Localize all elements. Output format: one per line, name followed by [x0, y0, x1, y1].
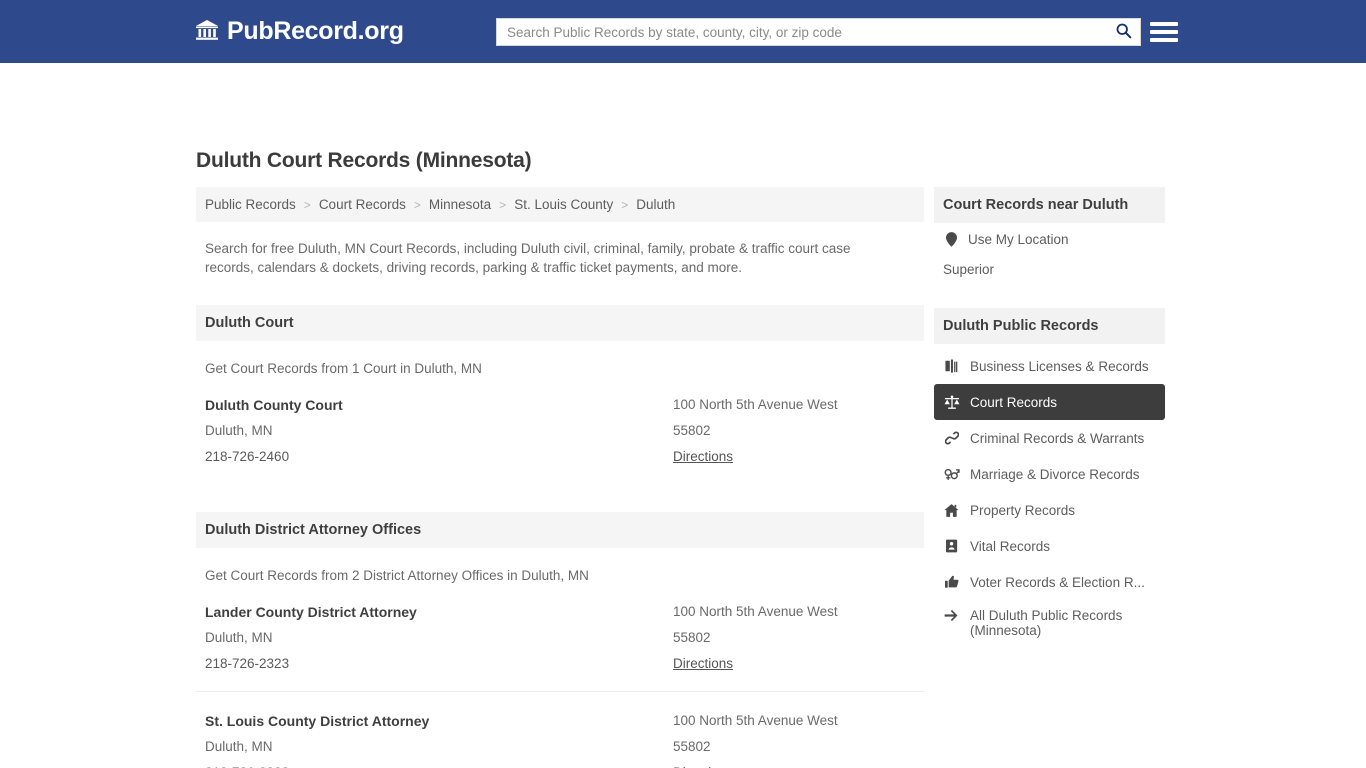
sidebar-item-label: Vital Records — [970, 538, 1051, 554]
sidebar-item-property-records[interactable]: Property Records — [934, 492, 1165, 528]
breadcrumb-item-st-louis-county[interactable]: St. Louis County — [514, 197, 613, 212]
breadcrumb-separator: > — [499, 197, 507, 212]
listing-right-column: 100 North 5th Avenue West 55802 Directio… — [673, 708, 915, 768]
breadcrumb-separator: > — [413, 197, 421, 212]
breadcrumb-item-minnesota[interactable]: Minnesota — [429, 197, 491, 212]
sidebar-item-label: Marriage & Divorce Records — [970, 466, 1140, 482]
breadcrumb-separator: > — [621, 197, 629, 212]
breadcrumb-item-duluth: Duluth — [636, 197, 676, 212]
listing-phone: 218-726-2460 — [205, 449, 290, 464]
sidebar-item-vital-records[interactable]: Vital Records — [934, 528, 1165, 564]
sidebar-item-label: Property Records — [970, 502, 1076, 518]
listing-right-column: 100 North 5th Avenue West 55802 Directio… — [673, 599, 915, 677]
table-row[interactable]: Lander County District Attorney Duluth, … — [196, 583, 924, 691]
directions-link[interactable]: Directions — [673, 449, 733, 464]
arrow-right-icon — [943, 608, 960, 622]
use-my-location-label: Use My Location — [968, 232, 1069, 247]
id-card-icon — [943, 539, 960, 553]
site-logo-link[interactable]: PubRecord.org — [195, 18, 404, 44]
hamburger-bar — [1150, 38, 1178, 42]
listing-name: St. Louis County District Attorney — [205, 713, 430, 729]
breadcrumb: Public Records > Court Records > Minneso… — [196, 187, 924, 222]
nearby-city-label: Superior — [943, 262, 995, 277]
sidebar-item-label: Voter Records & Election R... — [970, 574, 1145, 590]
site-brand-name: PubRecord.org — [227, 17, 404, 45]
hamburger-bar — [1150, 22, 1178, 26]
listing-city-state: Duluth, MN — [205, 630, 273, 645]
listing-name: Lander County District Attorney — [205, 604, 417, 620]
section-district-attorney-offices: Duluth District Attorney Offices Get Cou… — [196, 512, 924, 768]
sidebar-item-label: Criminal Records & Warrants — [970, 430, 1145, 446]
search-icon — [1115, 22, 1132, 42]
section-heading: Duluth District Attorney Offices — [196, 512, 924, 548]
use-my-location-link[interactable]: Use My Location — [934, 223, 1165, 256]
fingerprint-icon — [943, 431, 960, 445]
home-icon — [943, 503, 960, 518]
listing-phone: 218-726-2323 — [205, 760, 673, 768]
sidebar-item-marriage-divorce[interactable]: Marriage & Divorce Records — [934, 456, 1165, 492]
thumbs-up-icon — [943, 575, 960, 589]
hamburger-menu-icon[interactable] — [1150, 18, 1178, 46]
sidebar-item-label: Business Licenses & Records — [970, 358, 1149, 374]
listing-left-column: St. Louis County District Attorney Dulut… — [205, 708, 673, 768]
search-input[interactable] — [497, 19, 1106, 45]
sidebar-item-voter-records[interactable]: Voter Records & Election R... — [934, 564, 1165, 600]
sidebar-item-court-records[interactable]: Court Records — [934, 384, 1165, 420]
gender-symbols-icon — [943, 467, 960, 481]
listing-city-state: Duluth, MN — [205, 423, 273, 438]
listing-name: Duluth County Court — [205, 397, 343, 413]
breadcrumb-item-public-records[interactable]: Public Records — [205, 197, 296, 212]
sidebar-heading-near: Court Records near Duluth — [934, 187, 1165, 223]
search-bar[interactable] — [496, 18, 1141, 46]
listing-zip: 55802 — [673, 739, 711, 754]
section-duluth-court: Duluth Court Get Court Records from 1 Co… — [196, 305, 924, 484]
sidebar-item-business-licenses[interactable]: Business Licenses & Records — [934, 348, 1165, 384]
bank-building-icon — [195, 20, 219, 42]
map-pin-icon — [943, 232, 959, 247]
section-heading: Duluth Court — [196, 305, 924, 341]
sidebar-block-duluth-public-records: Duluth Public Records Business Licenses … — [934, 308, 1165, 646]
page-intro-text: Search for free Duluth, MN Court Records… — [205, 241, 851, 275]
table-row[interactable]: St. Louis County District Attorney Dulut… — [196, 691, 924, 768]
site-header: PubRecord.org — [0, 0, 1366, 63]
sidebar-item-label: All Duluth Public Records (Minnesota) — [970, 608, 1123, 638]
sidebar-heading-public-records: Duluth Public Records — [934, 308, 1165, 344]
listing-right-column: 100 North 5th Avenue West 55802 Directio… — [673, 392, 915, 470]
listing-zip: 55802 — [673, 630, 711, 645]
listing-zip: 55802 — [673, 423, 711, 438]
table-row[interactable]: Duluth County Court Duluth, MN 218-726-2… — [196, 376, 924, 484]
hamburger-bar — [1150, 30, 1178, 34]
sidebar-item-all-duluth-public-records[interactable]: All Duluth Public Records (Minnesota) — [934, 600, 1165, 646]
listing-address: 100 North 5th Avenue West — [673, 397, 838, 412]
sidebar: Court Records near Duluth Use My Locatio… — [934, 187, 1165, 668]
sidebar-item-label: Court Records — [970, 394, 1058, 410]
sidebar-block-court-records-near: Court Records near Duluth Use My Locatio… — [934, 187, 1165, 286]
sidebar-nav-list: Business Licenses & Records Court Record… — [934, 348, 1165, 646]
page-title: Duluth Court Records (Minnesota) — [196, 149, 532, 172]
listing-phone: 218-726-2323 — [205, 656, 290, 671]
listing-city-state: Duluth, MN — [205, 739, 273, 754]
main-content: Public Records > Court Records > Minneso… — [196, 187, 924, 768]
section-subtitle: Get Court Records from 2 District Attorn… — [205, 568, 589, 583]
sidebar-item-criminal-records[interactable]: Criminal Records & Warrants — [934, 420, 1165, 456]
scales-of-justice-icon — [943, 394, 960, 410]
business-building-icon — [943, 359, 960, 373]
breadcrumb-separator: > — [303, 197, 311, 212]
nearby-city-superior[interactable]: Superior — [934, 256, 1165, 286]
search-button[interactable] — [1106, 19, 1140, 45]
section-subtitle: Get Court Records from 1 Court in Duluth… — [205, 361, 482, 376]
listing-address: 100 North 5th Avenue West — [673, 713, 838, 728]
listing-left-column: Duluth County Court Duluth, MN 218-726-2… — [205, 392, 673, 470]
breadcrumb-item-court-records[interactable]: Court Records — [319, 197, 406, 212]
listing-left-column: Lander County District Attorney Duluth, … — [205, 599, 673, 677]
directions-link[interactable]: Directions — [673, 656, 733, 671]
listing-address: 100 North 5th Avenue West — [673, 604, 838, 619]
